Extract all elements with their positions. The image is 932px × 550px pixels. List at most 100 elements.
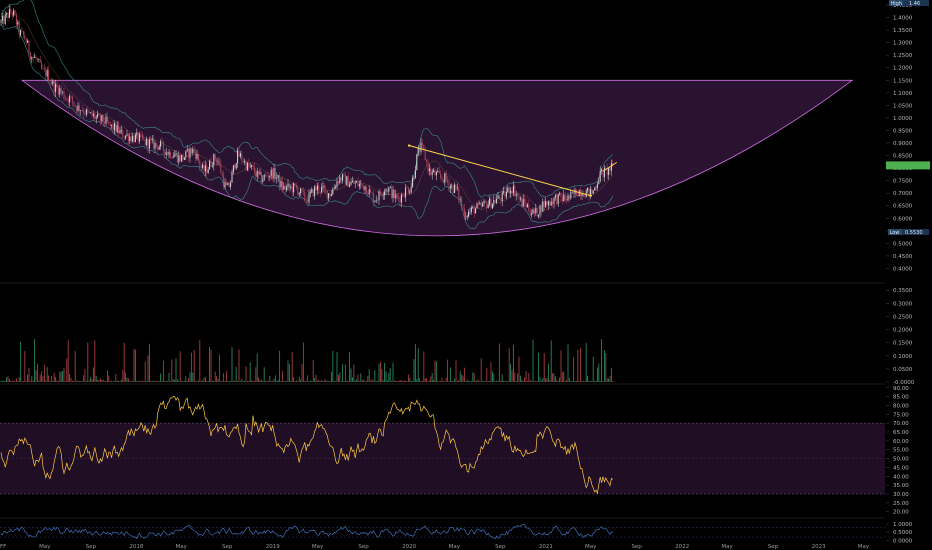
candle-body bbox=[490, 198, 492, 209]
volume-bar bbox=[529, 380, 531, 382]
price-axis[interactable]: 1.45001.40001.35001.30001.25001.20001.15… bbox=[886, 3, 915, 544]
volume-bar bbox=[400, 380, 402, 382]
candle-body bbox=[347, 176, 349, 187]
candle-body bbox=[263, 174, 265, 180]
volume-bar bbox=[434, 360, 436, 382]
candle-body bbox=[246, 162, 248, 171]
volume-bar bbox=[552, 373, 554, 382]
volume-bar bbox=[129, 380, 131, 382]
volume-bar bbox=[164, 380, 166, 382]
candle-body bbox=[106, 116, 108, 122]
y-tick-label: 60.00 bbox=[893, 439, 909, 445]
volume-bar bbox=[557, 380, 559, 382]
candle-body bbox=[328, 193, 330, 199]
candle-body bbox=[375, 200, 377, 201]
y-tick-label: 0.0000 bbox=[893, 538, 913, 544]
y-tick-label: 75.00 bbox=[893, 412, 909, 418]
candle-body bbox=[269, 175, 271, 178]
volume-bar bbox=[234, 380, 236, 382]
y-tick-label: 0.4500 bbox=[893, 254, 913, 260]
candle-body bbox=[99, 115, 101, 122]
candle-body bbox=[335, 187, 337, 188]
candle-body bbox=[340, 177, 342, 181]
volume-bar bbox=[584, 380, 586, 382]
volume-bar bbox=[32, 380, 34, 382]
candle-body bbox=[329, 193, 331, 197]
candle-body bbox=[168, 151, 170, 155]
candle-body bbox=[412, 178, 414, 187]
volume-bar bbox=[123, 342, 125, 382]
candle-body bbox=[22, 31, 24, 35]
candle-body bbox=[514, 185, 516, 196]
volume-bar bbox=[578, 380, 580, 382]
candle-body bbox=[73, 101, 75, 106]
candle-body bbox=[3, 15, 5, 24]
volume-bar bbox=[496, 380, 498, 382]
volume-bar bbox=[78, 380, 80, 382]
volume-bar bbox=[360, 373, 362, 382]
candle-body bbox=[496, 198, 498, 203]
candle-body bbox=[109, 122, 111, 126]
volume-bar bbox=[57, 380, 59, 382]
candle-body bbox=[332, 189, 334, 195]
volume-bar bbox=[157, 380, 159, 382]
candle-body bbox=[323, 185, 325, 189]
candle-body bbox=[454, 184, 456, 193]
volume-bar bbox=[356, 379, 358, 382]
volume-bar bbox=[143, 380, 145, 382]
volume-bar bbox=[168, 372, 170, 382]
volume-bar bbox=[409, 377, 411, 382]
candle-body bbox=[227, 182, 229, 186]
candle-body bbox=[55, 83, 57, 93]
volume-bar bbox=[185, 376, 187, 382]
candle-body bbox=[346, 176, 348, 185]
candle-body bbox=[301, 188, 303, 192]
volume-bar bbox=[612, 380, 614, 382]
volume-bar bbox=[216, 376, 218, 382]
candle-body bbox=[364, 186, 366, 190]
candle-body bbox=[293, 183, 295, 193]
volume-bar bbox=[473, 373, 475, 382]
candle-body bbox=[241, 153, 243, 161]
candle-body bbox=[388, 187, 390, 192]
candle-body bbox=[430, 168, 432, 175]
candle-body bbox=[403, 196, 405, 198]
candle-body bbox=[528, 204, 530, 211]
rsi-panel bbox=[0, 396, 885, 495]
volume-bar bbox=[354, 380, 356, 382]
y-tick-label: 0.1500 bbox=[893, 341, 913, 347]
y-tick-label: 1.2500 bbox=[893, 53, 913, 59]
candle-body bbox=[220, 163, 222, 173]
volume-bar bbox=[238, 349, 240, 382]
volume-bar bbox=[333, 380, 335, 382]
volume-bar bbox=[270, 380, 272, 382]
volume-bar bbox=[59, 371, 61, 382]
volume-bar bbox=[239, 380, 241, 382]
volume-bar bbox=[357, 374, 359, 382]
candle-body bbox=[591, 189, 593, 194]
volume-bar bbox=[419, 377, 421, 382]
candle-body bbox=[428, 168, 430, 172]
volume-bar bbox=[225, 370, 227, 382]
volume-bar bbox=[276, 380, 278, 382]
time-axis[interactable]: FF May Sep 2018 May Sep 2019 May Sep 2020 May Sep 20… bbox=[0, 544, 870, 550]
volume-bar bbox=[455, 360, 457, 382]
volume-bar bbox=[6, 377, 8, 382]
candle-body bbox=[139, 134, 141, 142]
price-chart[interactable]: 1.45001.40001.35001.30001.25001.20001.15… bbox=[0, 0, 932, 550]
candle-body bbox=[441, 177, 443, 180]
candle-body bbox=[312, 189, 314, 197]
candle-body bbox=[171, 157, 173, 159]
y-tick-label: 0.5000 bbox=[893, 530, 913, 536]
x-tick-label: May bbox=[39, 544, 51, 550]
candle-body bbox=[245, 161, 247, 171]
volume-bar bbox=[487, 380, 489, 382]
x-tick-label: May bbox=[721, 544, 733, 550]
candle-body bbox=[542, 201, 544, 212]
candle-body bbox=[8, 9, 10, 18]
volume-bar bbox=[231, 347, 233, 382]
volume-bar bbox=[391, 380, 393, 382]
candle-body bbox=[503, 191, 505, 193]
candle-body bbox=[85, 109, 87, 115]
candle-body bbox=[532, 209, 534, 214]
